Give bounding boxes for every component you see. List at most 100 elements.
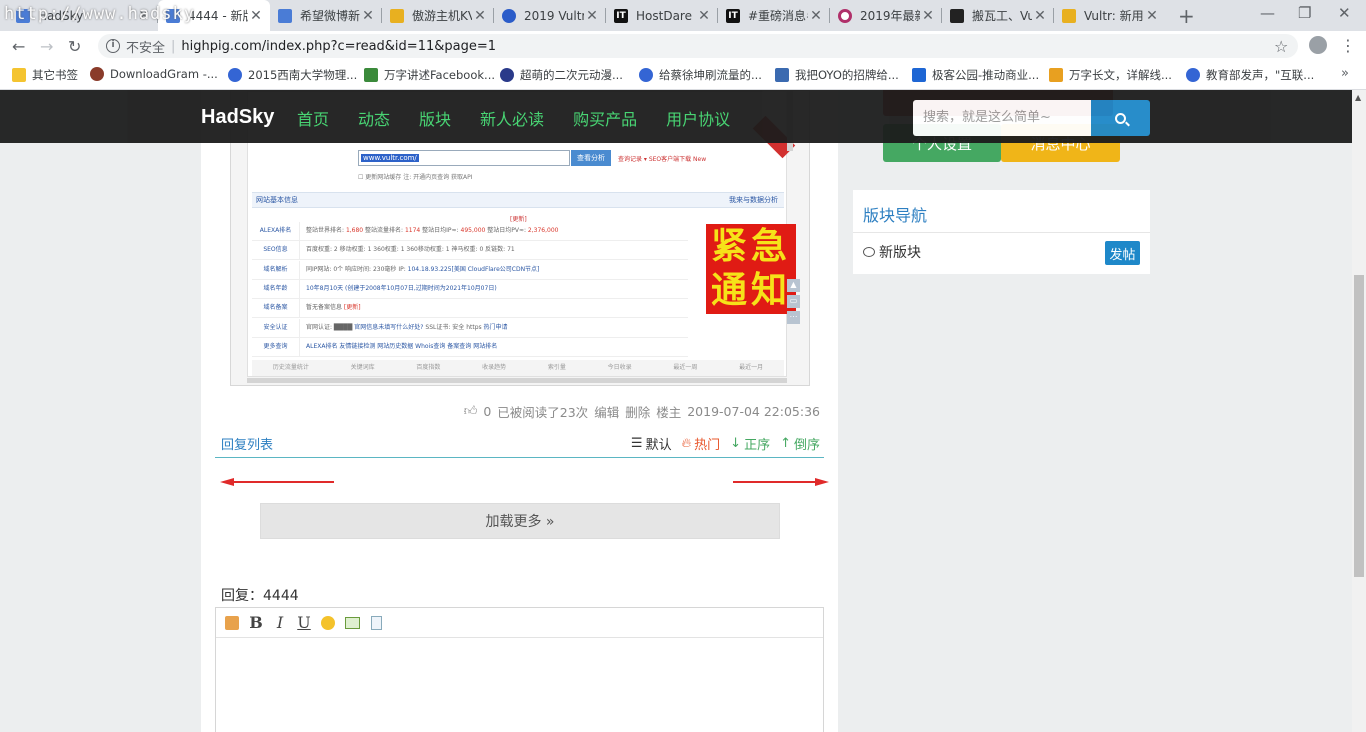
close-icon[interactable]: ✕ (696, 8, 712, 24)
search-input[interactable]: 搜索，就是这么简单~ (913, 100, 1091, 136)
bookmark-label: 给蔡徐坤刷流量的... (659, 68, 762, 82)
bookmark-item[interactable]: 我把OYO的招牌给... (775, 67, 899, 83)
tab-favicon-icon: IT (614, 8, 628, 23)
image-row-label: 域名解析 (252, 260, 300, 279)
folder-icon (12, 68, 26, 82)
divider: | (171, 38, 176, 54)
sort-asc-icon: ↓ (730, 436, 742, 451)
new-post-button[interactable]: 发帖 (1105, 241, 1140, 265)
site-menu: 首页 动态 版块 新人必读 购买产品 用户协议 (297, 106, 759, 130)
board-item[interactable]: 新版块 (863, 242, 921, 262)
maximize-icon[interactable]: ❐ (1298, 4, 1311, 22)
browser-tab[interactable]: IT HostDare ✕ (606, 0, 718, 31)
tab-favicon-icon (278, 8, 292, 23)
search-button[interactable] (1091, 100, 1150, 136)
browser-tab[interactable]: Vultr: 新用 ✕ (1054, 0, 1166, 31)
stamp-icon[interactable] (224, 615, 240, 631)
bookmark-item[interactable]: 给蔡徐坤刷流量的... (639, 67, 762, 83)
close-icon[interactable]: ✕ (472, 8, 488, 24)
nav-item-home[interactable]: 首页 (297, 106, 329, 130)
nav-item-boards[interactable]: 版块 (419, 106, 451, 130)
close-icon[interactable]: ✕ (1144, 8, 1160, 24)
page-scrollbar[interactable]: ▲ (1352, 90, 1366, 732)
post-timestamp: 2019-07-04 22:05:36 (687, 404, 820, 419)
fire-icon: 🔥︎ (681, 436, 692, 451)
scroll-up-icon[interactable]: ▲ (1355, 93, 1361, 102)
browser-tab[interactable]: 希望微博新 ✕ (270, 0, 382, 31)
browser-tab[interactable]: 傲游主机KV ✕ (382, 0, 494, 31)
forward-arrow-icon[interactable]: → (40, 37, 53, 56)
nav-item-newbie[interactable]: 新人必读 (480, 106, 544, 130)
chat-icon (863, 247, 875, 257)
urgent-char: 紧 (710, 225, 751, 267)
italic-icon[interactable]: I (272, 613, 288, 632)
url-bar[interactable]: i 不安全 | highpig.com/index.php?c=read&id=… (98, 34, 1298, 58)
image-search-button: 查看分析 (571, 150, 611, 166)
sort-default-button[interactable]: ☰ 默认 (631, 434, 672, 453)
search-icon (1115, 112, 1126, 124)
close-icon[interactable]: ✕ (1032, 8, 1048, 24)
nav-item-feed[interactable]: 动态 (358, 106, 390, 130)
site-navbar: HadSky 首页 动态 版块 新人必读 购买产品 用户协议 搜索，就是这么简单… (0, 90, 1352, 143)
nav-item-buy[interactable]: 购买产品 (573, 106, 637, 130)
emoji-icon[interactable] (320, 615, 336, 631)
browser-tab[interactable]: 搬瓦工、Vu ✕ (942, 0, 1054, 31)
minimize-icon[interactable]: — (1260, 4, 1275, 22)
browser-tab[interactable]: 2019 Vultr ✕ (494, 0, 606, 31)
reply-editor[interactable]: B I U (215, 607, 824, 732)
divider (853, 232, 1150, 233)
tab-favicon-icon (950, 8, 964, 23)
bold-icon[interactable]: B (248, 613, 264, 632)
bookmark-item[interactable]: DownloadGram -... (90, 67, 218, 81)
sort-hot-button[interactable]: 🔥︎ 热门 (682, 434, 721, 453)
like-count[interactable]: 0 (483, 404, 491, 419)
reply-list-title[interactable]: 回复列表 (221, 434, 273, 453)
reload-icon[interactable]: ↻ (68, 37, 81, 56)
image-links: 查询记录 ▾ SEO客户端下载 New (618, 156, 707, 163)
site-logo[interactable]: HadSky (201, 106, 274, 129)
bookmark-item[interactable]: 万字讲述Facebook... (364, 67, 495, 83)
nav-item-agreement[interactable]: 用户协议 (666, 106, 730, 130)
plus-icon[interactable]: + (1178, 4, 1195, 28)
info-icon[interactable]: i (106, 39, 120, 53)
sort-label: 默认 (645, 438, 672, 453)
profile-avatar-icon[interactable] (1309, 36, 1327, 54)
image-info-row: ALEXA排名 整站世界排名: 1,680 整站流量排名: 1174 整站日均IP… (252, 222, 688, 241)
bookmark-item[interactable]: 极客公园-推动商业... (912, 67, 1039, 83)
bookmark-folder[interactable]: 其它书签 (12, 67, 78, 83)
image-row-value: ALEXA排名 友情链接检测 网站历史数据 Whois查询 备案查询 网站排名 (306, 342, 498, 350)
chevron-more-icon[interactable]: » (1341, 66, 1349, 81)
close-icon[interactable]: ✕ (920, 8, 936, 24)
bookmark-item[interactable]: 2015西南大学物理... (228, 67, 357, 83)
image-icon[interactable] (344, 615, 360, 631)
square-icon: ▭ (787, 295, 800, 308)
window-close-icon[interactable]: ✕ (1338, 4, 1351, 22)
back-arrow-icon[interactable]: ← (12, 37, 25, 56)
image-footer-tab: 关键词库 (350, 364, 375, 371)
star-icon[interactable]: ☆ (1274, 37, 1288, 56)
browser-tab[interactable]: IT #重磅消息# ✕ (718, 0, 830, 31)
close-icon[interactable]: ✕ (808, 8, 824, 24)
file-icon[interactable] (368, 615, 384, 631)
bookmark-item[interactable]: 教育部发声，"互联... (1186, 67, 1314, 83)
edit-link[interactable]: 编辑 (594, 402, 619, 421)
close-icon[interactable]: ✕ (248, 8, 264, 24)
urgent-char: 急 (751, 225, 792, 267)
thumbs-up-icon[interactable]: 👍︎ (464, 404, 478, 419)
image-info-row: 安全认证 官网认证: ████ 官网信息未填写什么好处? SSL证书: 安全 ht… (252, 318, 688, 338)
image-footer-tab: 收录趋势 (482, 364, 507, 371)
underline-icon[interactable]: U (296, 613, 312, 632)
url-text[interactable]: highpig.com/index.php?c=read&id=11&page=… (181, 39, 496, 54)
sort-desc-button[interactable]: ↑ 倒序 (780, 434, 820, 453)
load-more-button[interactable]: 加载更多 » (260, 503, 780, 539)
browser-tab[interactable]: 2019年最新 ✕ (830, 0, 942, 31)
more-vert-icon[interactable]: ⋮ (1340, 36, 1356, 55)
bookmark-item[interactable]: 超萌的二次元动漫... (500, 67, 623, 83)
sort-asc-button[interactable]: ↓ 正序 (730, 434, 770, 453)
scrollbar-thumb[interactable] (1354, 275, 1364, 577)
delete-link[interactable]: 删除 (625, 402, 650, 421)
close-icon[interactable]: ✕ (360, 8, 376, 24)
bookmark-item[interactable]: 万字长文，详解线... (1049, 67, 1172, 83)
up-icon: ▲ (787, 279, 800, 292)
close-icon[interactable]: ✕ (584, 8, 600, 24)
